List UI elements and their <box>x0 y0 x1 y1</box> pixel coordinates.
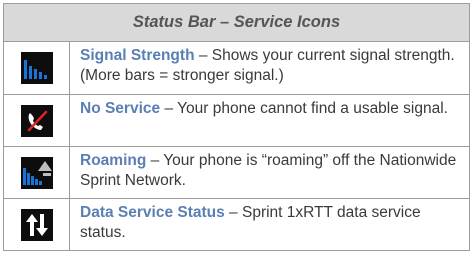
row-term: No Service <box>80 100 161 117</box>
icon-cell <box>4 95 70 146</box>
table-row-data-service: Data Service Status – Sprint 1xRTT data … <box>4 198 469 250</box>
icon-cell <box>4 42 70 94</box>
row-description: Data Service Status – Sprint 1xRTT data … <box>70 199 469 250</box>
row-description: Signal Strength – Shows your current sig… <box>70 42 469 94</box>
row-term: Roaming <box>80 152 147 169</box>
signal-strength-icon <box>20 52 53 84</box>
roaming-icon <box>20 156 53 189</box>
table-row-no-service: No Service – Your phone cannot find a us… <box>4 94 469 146</box>
row-description: No Service – Your phone cannot find a us… <box>70 95 469 146</box>
row-text: – Your phone cannot find a usable signal… <box>160 100 448 117</box>
table-title: Status Bar – Service Icons <box>4 4 469 42</box>
icon-cell <box>4 199 70 250</box>
no-service-icon <box>20 104 53 137</box>
row-term: Data Service Status <box>80 204 225 221</box>
table-row-roaming: Roaming – Your phone is “roaming” off th… <box>4 146 469 198</box>
data-service-icon <box>20 208 53 241</box>
row-description: Roaming – Your phone is “roaming” off th… <box>70 147 469 198</box>
service-icons-table: Status Bar – Service Icons Signal Streng… <box>3 3 470 251</box>
row-term: Signal Strength <box>80 47 195 64</box>
table-row-signal-strength: Signal Strength – Shows your current sig… <box>4 42 469 94</box>
icon-cell <box>4 147 70 198</box>
